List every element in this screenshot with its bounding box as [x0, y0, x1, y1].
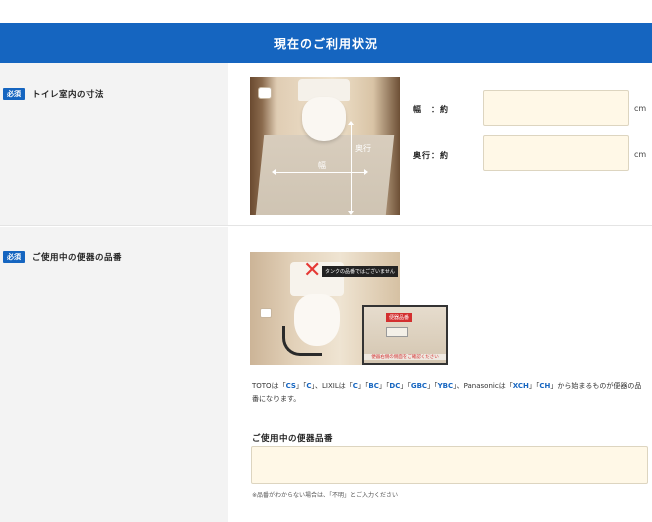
width-input[interactable]	[483, 90, 629, 126]
desc-code: CH	[539, 382, 551, 390]
room-size-label-column: 必須 トイレ室内の寸法	[0, 63, 228, 225]
room-size-label: 必須 トイレ室内の寸法	[3, 88, 104, 100]
desc-text: 」「	[528, 382, 540, 390]
depth-input[interactable]	[483, 135, 629, 171]
desc-text: 」、LIXILは「	[311, 382, 353, 390]
desc-text: 」「	[378, 382, 390, 390]
desc-code: GBC	[410, 382, 428, 390]
model-input-note: ※品番がわからない場合は、「不明」とご入力ください	[252, 492, 399, 499]
desc-code: YBC	[437, 382, 454, 390]
floor-area	[255, 135, 395, 215]
not-tank-banner: タンクの品番ではございません	[322, 266, 398, 277]
model-input-title: ご使用中の便器品番	[252, 434, 334, 444]
desc-code: DC	[389, 382, 401, 390]
header-title: 現在のご利用状況	[273, 36, 378, 51]
model-description: TOTOは「CS」「C」、LIXILは「C」「BC」「DC」「GBC」「YBC」…	[252, 380, 647, 406]
toilet-room-photo: 幅 奥行	[250, 77, 400, 215]
section-header: 現在のご利用状況	[0, 23, 652, 63]
desc-text: TOTOは「	[252, 382, 286, 390]
model-number-input[interactable]	[251, 446, 648, 484]
desc-text: 」「	[357, 382, 369, 390]
toilet-bowl	[302, 97, 346, 141]
paper-holder	[258, 87, 272, 99]
desc-text: 」、Panasonicは「	[453, 382, 513, 390]
model-plate-inset: 便器品番 便器右側の側面をご確認ください	[362, 305, 448, 365]
desc-text: 」「	[427, 382, 438, 390]
pointer-curve	[282, 326, 322, 356]
model-number-row: 必須 ご使用中の便器の品番 ✕ タンクの品番ではございません 便器品番 便器右側…	[0, 227, 652, 522]
inset-model-tag: 便器品番	[386, 313, 413, 322]
paper-holder	[260, 308, 272, 318]
desc-text: 」「	[295, 382, 307, 390]
model-number-label: 必須 ご使用中の便器の品番	[3, 251, 122, 263]
room-size-label-text: トイレ室内の寸法	[32, 90, 105, 100]
width-field-label: 幅 ：約	[413, 105, 449, 114]
width-unit: cm	[634, 104, 647, 113]
depth-photo-label: 奥行	[355, 144, 371, 153]
depth-unit: cm	[634, 150, 647, 159]
desc-code: BC	[368, 382, 379, 390]
desc-code: CS	[285, 382, 296, 390]
desc-text: 」「	[400, 382, 411, 390]
desc-code: XCH	[512, 382, 529, 390]
required-badge: 必須	[3, 251, 25, 263]
depth-arrow	[348, 121, 354, 215]
x-mark-icon: ✕	[303, 258, 322, 283]
inset-caption: 便器右側の側面をご確認ください	[364, 354, 446, 360]
width-photo-label: 幅	[318, 161, 326, 170]
model-number-label-text: ご使用中の便器の品番	[32, 253, 123, 263]
room-size-row: 必須 トイレ室内の寸法 幅 奥行 幅 ：約 cm 奥行：約 cm	[0, 63, 652, 226]
model-number-label-column: 必須 ご使用中の便器の品番	[0, 227, 228, 522]
depth-field-label: 奥行：約	[413, 151, 449, 160]
model-plate	[386, 327, 408, 337]
required-badge: 必須	[3, 88, 25, 100]
